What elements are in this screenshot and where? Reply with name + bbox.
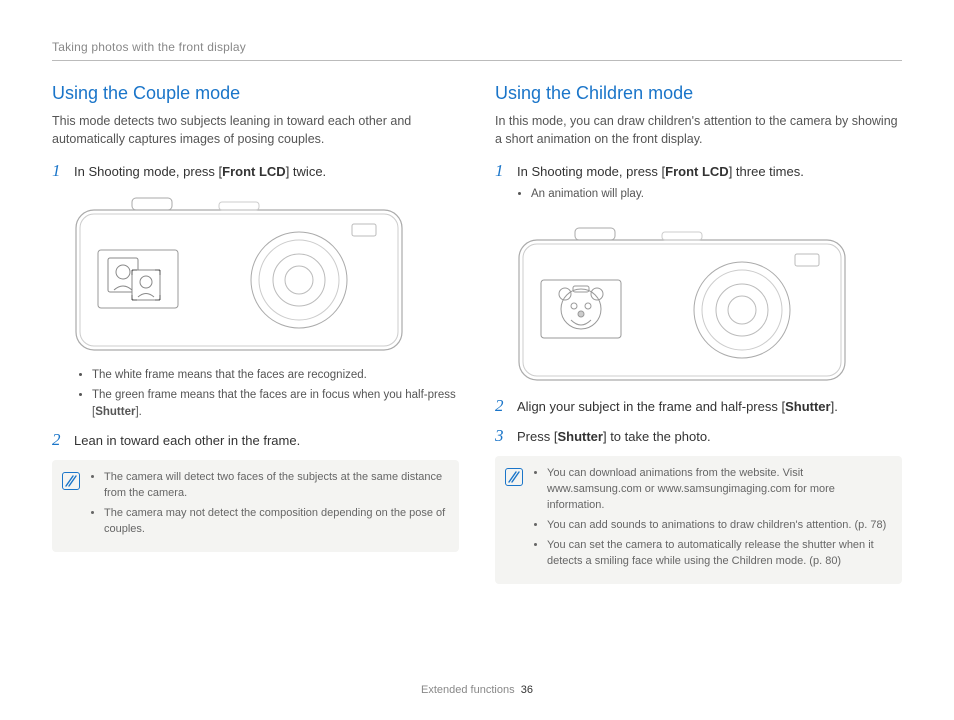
intro-children: In this mode, you can draw children's at… [495,112,902,148]
note-item: The camera will detect two faces of the … [104,470,447,502]
text-bold: Front LCD [222,164,286,179]
step-number: 1 [495,162,509,212]
heading-couple-mode: Using the Couple mode [52,83,459,104]
text-fragment: In Shooting mode, press [ [74,164,222,179]
bullet-item: The green frame means that the faces are… [92,387,459,420]
text-bold: Shutter [557,429,603,444]
step-1-children: 1 In Shooting mode, press [Front LCD] th… [495,162,902,212]
step-number: 2 [495,397,509,417]
breadcrumb: Taking photos with the front display [52,40,902,61]
step-text: Lean in toward each other in the frame. [74,431,459,451]
text-fragment: The green frame means that the faces are… [92,389,456,418]
note-box-couple: The camera will detect two faces of the … [52,460,459,552]
step-text: In Shooting mode, press [Front LCD] twic… [74,162,459,182]
text-bold: Shutter [785,399,831,414]
camera-svg [517,222,847,382]
text-fragment: ] three times. [729,164,804,179]
text-fragment: Align your subject in the frame and half… [517,399,785,414]
text-fragment: ] twice. [286,164,326,179]
note-item: You can download animations from the web… [547,466,890,514]
bullet-item: An animation will play. [531,186,902,203]
step-text: Press [Shutter] to take the photo. [517,427,902,447]
note-box-children: You can download animations from the web… [495,456,902,584]
heading-children-mode: Using the Children mode [495,83,902,104]
column-couple-mode: Using the Couple mode This mode detects … [52,83,459,584]
text-fragment: ] to take the photo. [603,429,711,444]
page-footer: Extended functions 36 [0,684,954,696]
text-bold: Shutter [95,406,135,418]
step-number: 3 [495,427,509,447]
note-item: The camera may not detect the compositio… [104,506,447,538]
text-bold: Front LCD [665,164,729,179]
note-icon [505,468,523,486]
note-list: The camera will detect two faces of the … [90,470,447,542]
bullet-list-couple: The white frame means that the faces are… [78,367,459,421]
text-fragment: Press [ [517,429,557,444]
camera-svg [74,192,404,352]
step-number: 2 [52,431,66,451]
page-number: 36 [521,684,533,696]
text-fragment: ]. [831,399,838,414]
step-text: Align your subject in the frame and half… [517,397,902,417]
note-icon [62,472,80,490]
step-3-children: 3 Press [Shutter] to take the photo. [495,427,902,447]
step-text: In Shooting mode, press [Front LCD] thre… [517,162,902,212]
step-2-children: 2 Align your subject in the frame and ha… [495,397,902,417]
sub-bullet-list: An animation will play. [517,186,902,203]
content-columns: Using the Couple mode This mode detects … [52,83,902,584]
camera-illustration-couple [74,192,459,357]
footer-section: Extended functions [421,684,515,696]
note-list: You can download animations from the web… [533,466,890,574]
camera-illustration-children [517,222,902,387]
note-item: You can set the camera to automatically … [547,538,890,570]
bullet-item: The white frame means that the faces are… [92,367,459,384]
text-fragment: ]. [135,406,141,418]
step-number: 1 [52,162,66,182]
text-fragment: In Shooting mode, press [ [517,164,665,179]
manual-page: Taking photos with the front display Usi… [0,0,954,720]
note-item: You can add sounds to animations to draw… [547,518,890,534]
step-2-couple: 2 Lean in toward each other in the frame… [52,431,459,451]
column-children-mode: Using the Children mode In this mode, yo… [495,83,902,584]
intro-couple: This mode detects two subjects leaning i… [52,112,459,148]
step-1-couple: 1 In Shooting mode, press [Front LCD] tw… [52,162,459,182]
